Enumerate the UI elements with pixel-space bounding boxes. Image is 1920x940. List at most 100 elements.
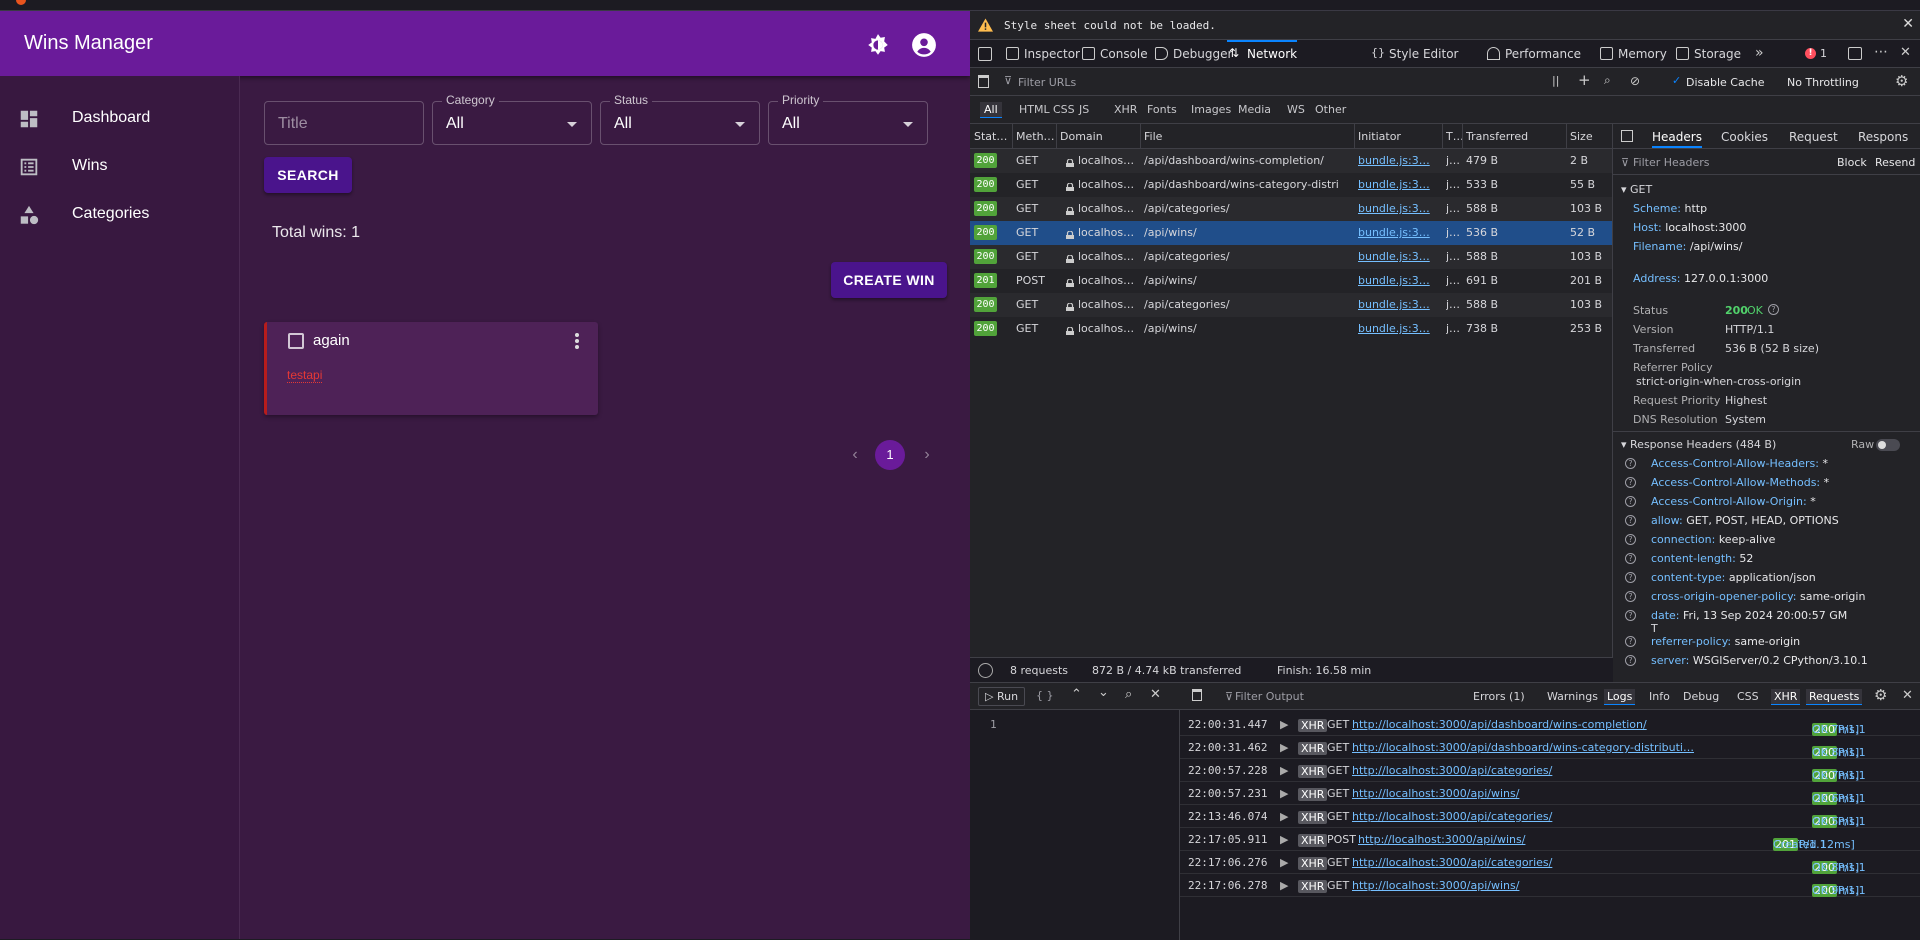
column-divider[interactable] — [1462, 124, 1463, 149]
nav-item-categories[interactable]: Categories — [0, 191, 239, 239]
initiator-link[interactable]: bundle.js:3… — [1358, 298, 1434, 311]
type-filter-xhr[interactable]: XHR — [1114, 103, 1137, 116]
log-filter-errors[interactable]: Errors (1) — [1473, 690, 1525, 703]
log-url[interactable]: http://localhost:3000/api/categories/ — [1352, 764, 1552, 777]
initiator-link[interactable]: bundle.js:3… — [1358, 154, 1434, 167]
type-filter-ws[interactable]: WS — [1287, 103, 1305, 116]
help-icon[interactable]: ? — [1625, 591, 1636, 602]
column-divider[interactable] — [1354, 124, 1355, 149]
tab-response[interactable]: Respons — [1858, 130, 1908, 144]
help-icon[interactable]: ? — [1625, 496, 1636, 507]
expand-arrow-icon[interactable]: ▶ — [1280, 741, 1288, 754]
run-button[interactable]: ▷ Run — [978, 687, 1026, 706]
log-filter-warnings[interactable]: Warnings — [1547, 690, 1598, 703]
type-filter-all[interactable]: All — [980, 102, 1002, 118]
expand-arrow-icon[interactable]: ▶ — [1280, 810, 1288, 823]
type-filter-fonts[interactable]: Fonts — [1147, 103, 1177, 116]
chevron-up-icon[interactable]: ⌃ — [1071, 687, 1082, 702]
raw-toggle[interactable] — [1876, 439, 1900, 451]
chevron-right-icon[interactable]: » — [1755, 45, 1764, 61]
category-select[interactable]: Category All — [432, 93, 592, 145]
theme-toggle-icon[interactable] — [865, 32, 891, 58]
close-icon[interactable]: ✕ — [1902, 16, 1914, 32]
settings-icon[interactable]: ⚙ — [1895, 72, 1908, 90]
log-entry[interactable]: 22:13:46.074 ▶ XHR GET http://localhost:3000… — [1180, 805, 1920, 828]
log-filter-css[interactable]: CSS — [1737, 690, 1759, 703]
help-icon[interactable]: ? — [1625, 458, 1636, 469]
column-header[interactable]: Transferred — [1466, 130, 1566, 143]
help-icon[interactable]: ? — [1625, 515, 1636, 526]
log-filter-requests[interactable]: Requests — [1806, 689, 1863, 705]
filter-headers-input[interactable]: Filter Headers — [1633, 156, 1710, 169]
more-vert-icon[interactable] — [569, 331, 585, 351]
dock-icon[interactable] — [1848, 47, 1862, 60]
pause-icon[interactable]: || — [1552, 74, 1559, 87]
log-filter-xhr[interactable]: XHR — [1771, 689, 1801, 705]
column-header[interactable]: Meth… — [1016, 130, 1056, 143]
checkbox-checked-icon[interactable]: ✓ — [1672, 74, 1681, 87]
tab-storage[interactable]: Storage — [1674, 40, 1741, 68]
close-icon[interactable]: ✕ — [1902, 688, 1913, 703]
log-url[interactable]: http://localhost:3000/api/categories/ — [1352, 810, 1552, 823]
log-url[interactable]: http://localhost:3000/api/wins/ — [1358, 833, 1525, 846]
log-filter-logs[interactable]: Logs — [1604, 689, 1636, 705]
help-icon[interactable]: ? — [1625, 655, 1636, 666]
column-header[interactable]: Size — [1570, 130, 1610, 143]
request-row[interactable]: 201 POST localhos… /api/wins/bundle.js:3… j…… — [970, 269, 1612, 293]
column-divider[interactable] — [1566, 124, 1567, 149]
help-icon[interactable]: ? — [1625, 610, 1636, 621]
tab-headers[interactable]: Headers — [1652, 130, 1702, 148]
log-entry[interactable]: 22:00:31.462 ▶ XHR GET http://localhost:3000… — [1180, 736, 1920, 759]
get-section-toggle[interactable]: ▾ GET — [1621, 183, 1652, 196]
type-filter-media[interactable]: Media — [1238, 103, 1271, 116]
status-select[interactable]: Status All — [600, 93, 760, 145]
close-devtools-icon[interactable]: ✕ — [1900, 45, 1911, 60]
add-icon[interactable]: + — [1578, 71, 1591, 89]
log-entry[interactable]: 22:17:06.276 ▶ XHR GET http://localhost:3000… — [1180, 851, 1920, 874]
type-filter-html[interactable]: HTML — [1019, 103, 1050, 116]
expand-arrow-icon[interactable]: ▶ — [1280, 833, 1288, 846]
column-header[interactable]: Initiator — [1358, 130, 1442, 143]
tab-console[interactable]: Console — [1080, 40, 1148, 68]
column-divider[interactable] — [1012, 124, 1013, 149]
search-icon[interactable]: ⌕ — [1604, 73, 1611, 88]
disable-cache-label[interactable]: Disable Cache — [1686, 76, 1765, 89]
column-header[interactable]: Stat… — [974, 130, 1012, 143]
more-horiz-icon[interactable]: ⋯ — [1874, 44, 1888, 60]
expand-arrow-icon[interactable]: ▶ — [1280, 879, 1288, 892]
column-header[interactable]: T… — [1446, 130, 1462, 143]
log-filter-debug[interactable]: Debug — [1683, 690, 1719, 703]
next-page-icon[interactable]: › — [912, 440, 942, 470]
search-icon[interactable]: ⌕ — [1125, 687, 1132, 702]
request-row[interactable]: 200 GET localhos… /api/dashboard/wins-compl… — [970, 149, 1612, 173]
column-header[interactable]: File — [1144, 130, 1354, 143]
priority-select[interactable]: Priority All — [768, 93, 928, 145]
tab-network[interactable]: ⇅ Network — [1227, 40, 1298, 68]
nav-item-dashboard[interactable]: Dashboard — [0, 95, 239, 143]
expand-arrow-icon[interactable]: ▶ — [1280, 787, 1288, 800]
settings-icon[interactable]: ⚙ — [1874, 686, 1887, 704]
chevron-down-icon[interactable]: ⌄ — [1098, 685, 1109, 700]
help-icon[interactable]: ? — [1625, 477, 1636, 488]
request-row[interactable]: 200 GET localhos… /api/wins/bundle.js:3… j… 5… — [970, 221, 1612, 245]
expand-arrow-icon[interactable]: ▶ — [1280, 718, 1288, 731]
expand-arrow-icon[interactable]: ▶ — [1280, 856, 1288, 869]
page-button-1[interactable]: 1 — [875, 440, 905, 470]
resend-button[interactable]: Resend — [1875, 156, 1915, 169]
response-headers-toggle[interactable]: ▾ Response Headers (484 B) — [1621, 438, 1776, 451]
initiator-link[interactable]: bundle.js:3… — [1358, 202, 1434, 215]
initiator-link[interactable]: bundle.js:3… — [1358, 226, 1434, 239]
console-editor[interactable]: 1 — [970, 710, 1180, 940]
block-button[interactable]: Block — [1837, 156, 1867, 169]
log-filter-info[interactable]: Info — [1649, 690, 1670, 703]
initiator-link[interactable]: bundle.js:3… — [1358, 322, 1434, 335]
tab-memory[interactable]: Memory — [1598, 40, 1667, 68]
trash-icon[interactable] — [1192, 689, 1202, 701]
log-entry[interactable]: 22:00:57.231 ▶ XHR GET http://localhost:3000… — [1180, 782, 1920, 805]
initiator-link[interactable]: bundle.js:3… — [1358, 274, 1434, 287]
block-icon[interactable]: ⊘ — [1630, 74, 1640, 88]
request-row[interactable]: 200 GET localhos… /api/categories/bundle.js… — [970, 293, 1612, 317]
help-icon[interactable]: ? — [1625, 534, 1636, 545]
type-filter-js[interactable]: JS — [1079, 103, 1089, 116]
help-icon[interactable]: ? — [1625, 572, 1636, 583]
